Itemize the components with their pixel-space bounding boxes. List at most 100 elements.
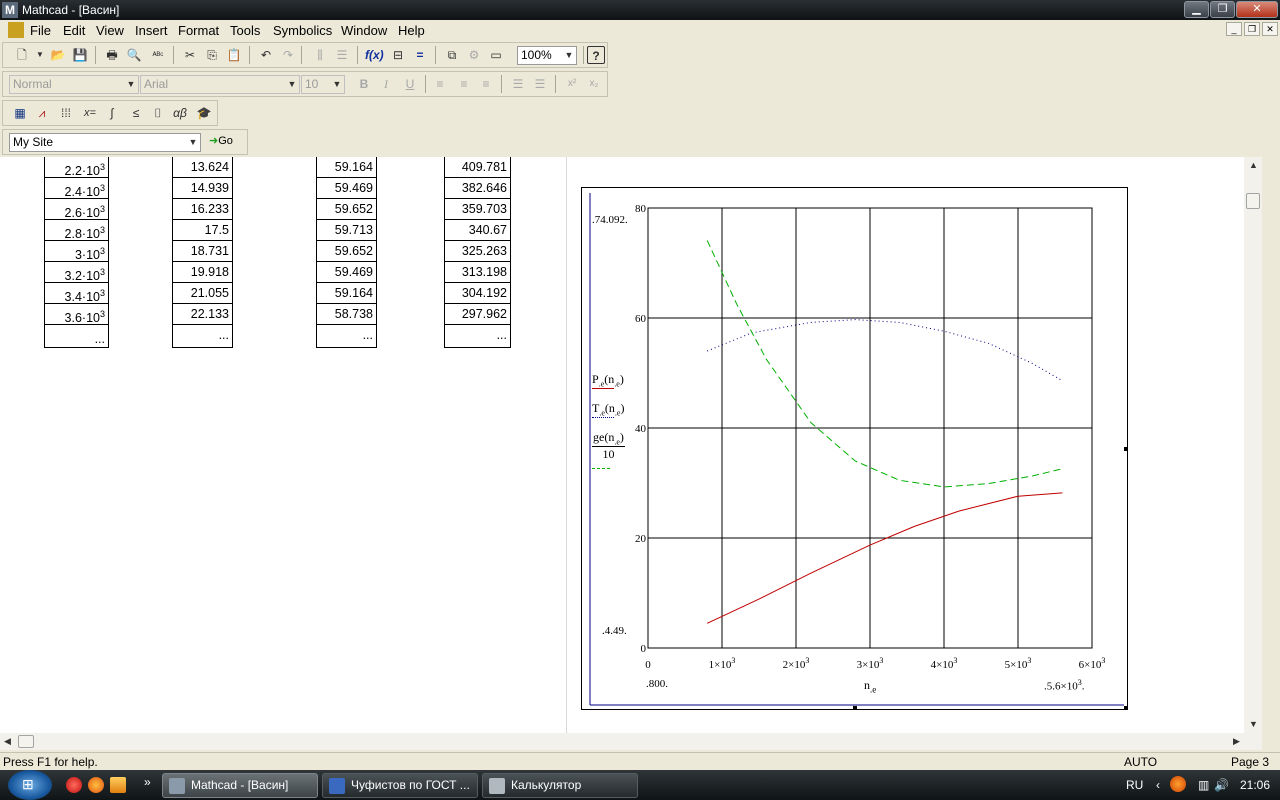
calculator-icon[interactable]: ▦ (11, 104, 29, 122)
x-upper-limit-marker[interactable]: .5.6×103. (1044, 678, 1084, 693)
resize-handle[interactable] (1124, 447, 1128, 451)
programming-icon[interactable]: ⌷ (149, 104, 167, 122)
tray-app-icon[interactable] (1170, 776, 1186, 792)
menu-tools[interactable]: Tools (230, 23, 260, 38)
site-select[interactable]: My Site ▼ (9, 133, 201, 152)
italic-icon[interactable]: I (377, 75, 395, 93)
scroll-up-icon[interactable]: ▲ (1249, 160, 1258, 170)
calculus-icon[interactable]: ∫ (103, 104, 121, 122)
boolean-icon[interactable]: ≤ (127, 104, 145, 122)
menu-format[interactable]: Format (178, 23, 219, 38)
mathcad-app-icon[interactable]: M (2, 2, 18, 18)
scroll-right-icon[interactable]: ▶ (1233, 736, 1240, 747)
vertical-scrollbar[interactable]: ▲ ▼ (1244, 157, 1262, 733)
font-size-select[interactable]: 10 ▼ (301, 75, 345, 94)
window-icon[interactable]: ▭ (487, 46, 505, 64)
align-right-icon[interactable]: ≡ (477, 75, 495, 93)
insert-function-icon[interactable]: f(x) (365, 46, 384, 64)
cut-icon[interactable]: ✂ (181, 46, 199, 64)
save-icon[interactable]: 💾 (71, 46, 89, 64)
clock[interactable]: 21:06 (1240, 778, 1270, 792)
align-down-icon[interactable]: ☰ (333, 46, 351, 64)
bullets-icon[interactable]: ☰ (509, 75, 527, 93)
menu-symbolics[interactable]: Symbolics (273, 23, 332, 38)
numbering-icon[interactable]: ☰ (531, 75, 549, 93)
scroll-left-icon[interactable]: ◀ (4, 736, 11, 747)
media-player-icon[interactable] (110, 777, 126, 793)
print-preview-icon[interactable]: 🔍 (125, 46, 143, 64)
zoom-select[interactable]: 100% ▼ (517, 46, 577, 65)
open-icon[interactable]: 📂 (49, 46, 67, 64)
xy-plot[interactable]: 8060402000 1×103 2×103 3×103 4×103 5×103 6×103 (582, 188, 1129, 711)
horizontal-scroll-thumb[interactable] (18, 735, 34, 748)
menu-view[interactable]: View (96, 23, 124, 38)
greek-icon[interactable]: αβ (171, 104, 189, 122)
evaluation-icon[interactable]: x= (81, 104, 99, 122)
menu-window[interactable]: Window (341, 23, 387, 38)
task-calculator[interactable]: Калькулятор (482, 773, 638, 798)
help-icon[interactable]: ? (587, 46, 605, 64)
restore-button[interactable]: ❐ (1210, 1, 1235, 18)
bold-icon[interactable]: B (355, 75, 373, 93)
document-icon[interactable] (8, 22, 24, 38)
firefox-icon[interactable] (88, 777, 104, 793)
xy-plot-region[interactable]: 80 60 40 20 0 0 1×103 2×103 3×103 4×103 5×103 6×103… (581, 187, 1128, 710)
language-indicator[interactable]: RU (1126, 778, 1143, 792)
doc-minimize-button[interactable]: _ (1226, 22, 1242, 36)
horizontal-scrollbar[interactable]: ◀ ▶ (0, 733, 1262, 750)
print-icon[interactable]: 🖶 (103, 46, 121, 64)
doc-restore-button[interactable]: ❐ (1244, 22, 1260, 36)
quicklaunch-more-icon[interactable]: » (144, 775, 151, 789)
vertical-scroll-thumb[interactable] (1246, 193, 1260, 209)
y-lower-limit-marker[interactable]: .4.49. (602, 625, 627, 637)
insert-component-icon[interactable]: ⧉ (443, 46, 461, 64)
x-axis-label[interactable]: n.e (864, 678, 876, 694)
legend-ge[interactable]: ge(n.e) 10 (592, 430, 625, 470)
legend-p[interactable]: P.e(n.e) (592, 372, 624, 390)
superscript-icon[interactable]: x² (563, 75, 581, 93)
table-cell: 16.233 (173, 199, 232, 220)
spell-check-icon[interactable]: ᴬᴮᶜ (149, 46, 167, 64)
menu-edit[interactable]: Edit (63, 23, 85, 38)
opera-icon[interactable] (66, 777, 82, 793)
go-button[interactable]: ➜Go (209, 134, 233, 147)
copy-icon[interactable]: ⎘ (203, 46, 221, 64)
start-button[interactable]: ⊞ (8, 770, 52, 800)
undo-icon[interactable]: ↶ (257, 46, 275, 64)
subscript-icon[interactable]: x₂ (585, 75, 603, 93)
menu-insert[interactable]: Insert (135, 23, 168, 38)
resize-handle[interactable] (853, 706, 857, 710)
task-word[interactable]: Чуфистов по ГОСТ ... (322, 773, 478, 798)
new-icon[interactable]: 🗋 (13, 46, 31, 64)
task-mathcad[interactable]: Mathcad - [Васин] (162, 773, 318, 798)
x-lower-limit-marker[interactable]: .800. (646, 678, 668, 690)
paste-icon[interactable]: 📋 (225, 46, 243, 64)
minimize-button[interactable]: ▁ (1184, 1, 1209, 18)
volume-icon[interactable]: 🔊 (1214, 778, 1229, 792)
align-left-icon[interactable]: ≡ (431, 75, 449, 93)
menu-help[interactable]: Help (398, 23, 425, 38)
menu-file[interactable]: File (30, 23, 51, 38)
symbolic-icon[interactable]: 🎓 (195, 104, 213, 122)
align-across-icon[interactable]: ⫼ (311, 46, 329, 64)
insert-unit-icon[interactable]: ⊟ (389, 46, 407, 64)
doc-close-button[interactable]: ✕ (1262, 22, 1278, 36)
tray-expand-icon[interactable]: ‹ (1156, 778, 1160, 792)
underline-icon[interactable]: U (401, 75, 419, 93)
legend-t[interactable]: T.e(n.e) (592, 401, 624, 419)
y-upper-limit-marker[interactable]: .74.092. (592, 214, 628, 226)
redo-icon[interactable]: ↷ (279, 46, 297, 64)
graph-icon[interactable]: ⩘ (33, 104, 51, 122)
new-dropdown-icon[interactable]: ▼ (31, 46, 49, 64)
calculate-icon[interactable]: = (411, 46, 429, 64)
matrix-icon[interactable]: ⁞⁞⁞ (57, 104, 75, 122)
style-select[interactable]: Normal ▼ (9, 75, 139, 94)
scroll-down-icon[interactable]: ▼ (1249, 719, 1258, 729)
align-center-icon[interactable]: ≡ (455, 75, 473, 93)
resize-handle[interactable] (1124, 706, 1128, 710)
close-button[interactable]: ✕ (1236, 1, 1278, 18)
worksheet[interactable]: 2.2·103 2.4·103 2.6·103 2.8·103 3·103 3.2·103… (0, 157, 1262, 733)
network-icon[interactable]: ▥ (1198, 778, 1209, 792)
resource-center-icon[interactable]: ⚙ (465, 46, 483, 64)
font-select[interactable]: Arial ▼ (140, 75, 300, 94)
